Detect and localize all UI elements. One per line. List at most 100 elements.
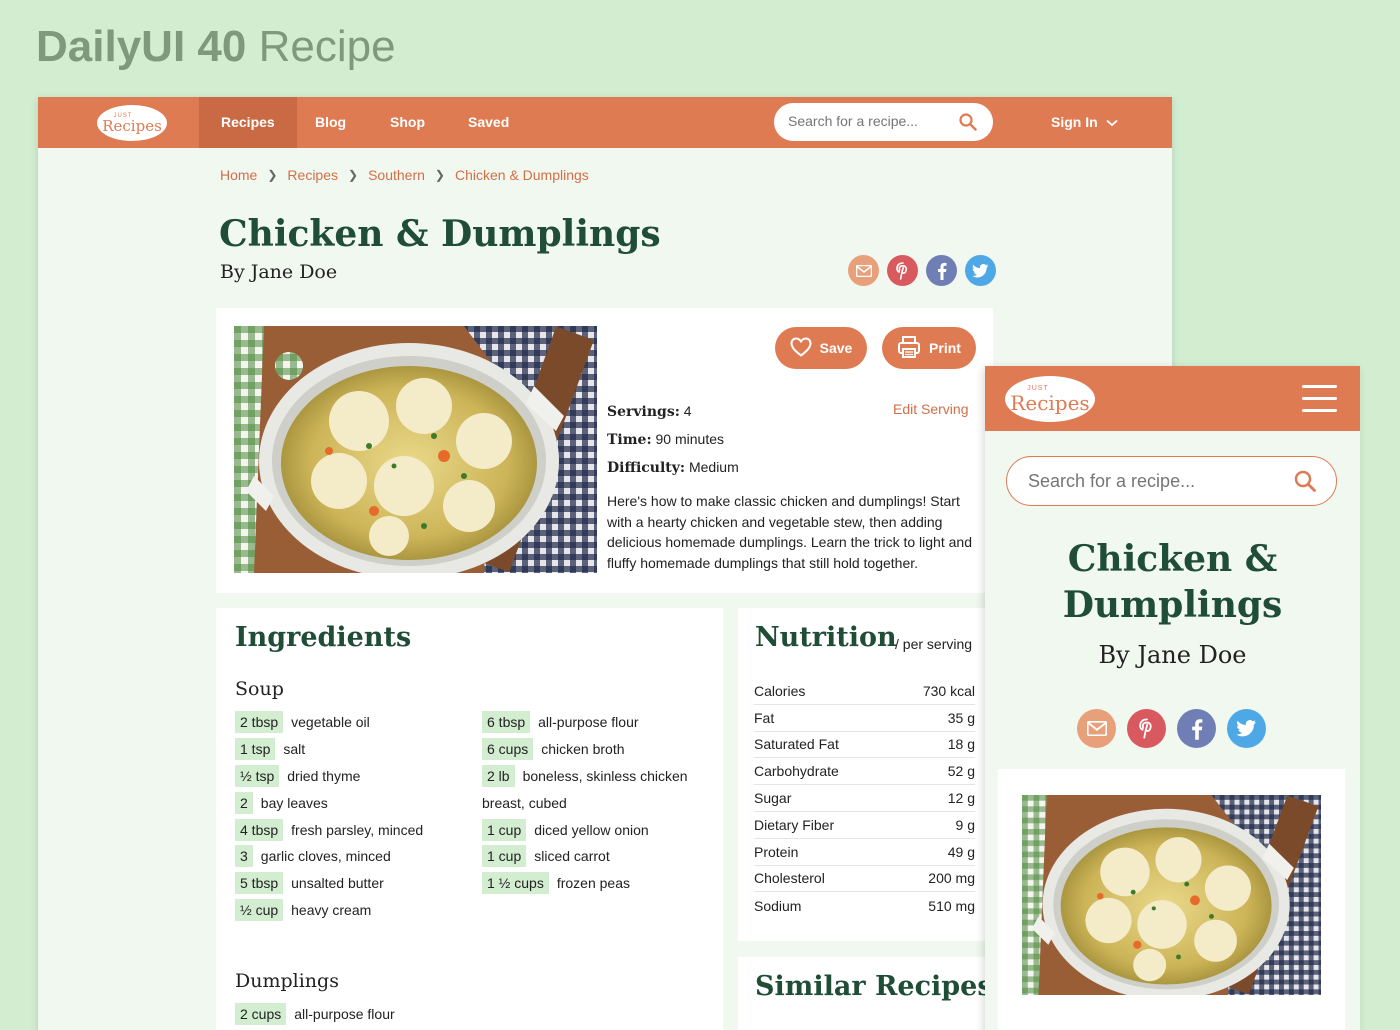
save-label: Save: [819, 340, 853, 356]
crumb-current[interactable]: Chicken & Dumplings: [455, 167, 589, 183]
nutrient-label: Carbohydrate: [754, 763, 839, 780]
nutrient-label: Cholesterol: [754, 870, 825, 887]
twitter-icon[interactable]: [965, 255, 996, 286]
list-item: 4 tbsp fresh parsley, minced: [235, 816, 423, 843]
save-button[interactable]: Save: [775, 327, 867, 369]
chevron-right-icon: ❯: [348, 168, 359, 182]
list-item: 1 ½ cups frozen peas: [482, 870, 688, 897]
time-label: Time:: [607, 432, 652, 448]
recipe-photo: [234, 326, 597, 573]
nav-shop[interactable]: Shop: [390, 97, 425, 148]
mail-icon[interactable]: [1077, 709, 1116, 748]
table-row: Sodium 510 mg: [754, 892, 975, 919]
ingredient-name: heavy cream: [291, 901, 372, 918]
nav-recipes[interactable]: Recipes: [199, 97, 297, 148]
chevron-right-icon: ❯: [267, 168, 278, 182]
recipe-title: Chicken & Dumplings: [219, 213, 661, 255]
time-value: 90 minutes: [655, 431, 724, 447]
ingredient-qty: 6 tbsp: [482, 711, 531, 734]
heart-icon: [790, 336, 812, 360]
list-item: 3 garlic cloves, minced: [235, 843, 423, 870]
crumb-home[interactable]: Home: [220, 167, 257, 183]
recipe-byline: By Jane Doe: [220, 261, 338, 283]
soup-title: Soup: [235, 678, 284, 700]
table-row: Fat 35 g: [754, 705, 975, 732]
difficulty-value: Medium: [688, 459, 739, 475]
ingredient-name: diced yellow onion: [534, 821, 649, 838]
nutrition-title: Nutrition: [755, 622, 897, 653]
search-icon[interactable]: [959, 113, 977, 136]
nutrient-label: Calories: [754, 682, 806, 699]
hamburger-menu-icon[interactable]: [1302, 385, 1337, 412]
nutrient-label: Fat: [754, 709, 775, 726]
ingredient-name: unsalted butter: [291, 875, 384, 892]
list-item: 5 tbsp unsalted butter: [235, 870, 423, 897]
nutrition-table: Calories 730 kcal Fat 35 g Saturated Fat 18…: [754, 678, 975, 919]
facebook-icon[interactable]: [926, 255, 957, 286]
title-line-1: Chicken &: [1067, 538, 1278, 580]
mobile-photo-card: [998, 769, 1345, 1030]
nutrient-label: Sodium: [754, 897, 802, 914]
edit-serving-link[interactable]: Edit Serving: [893, 398, 968, 420]
breadcrumb: Home ❯ Recipes ❯ Southern ❯ Chicken & Du…: [220, 167, 589, 183]
list-item: ½ cup heavy cream: [235, 897, 423, 924]
difficulty-label: Difficulty:: [607, 460, 686, 476]
mobile-recipe-title: Chicken & Dumplings: [985, 536, 1360, 628]
share-buttons: [1077, 709, 1266, 748]
print-label: Print: [929, 340, 961, 356]
brand-logo[interactable]: JUST Recipes: [1005, 376, 1095, 422]
mobile-byline: By Jane Doe: [1098, 641, 1247, 669]
title-line-2: Dumplings: [1062, 584, 1283, 626]
search-input[interactable]: [1028, 471, 1278, 492]
similar-recipes-card: Similar Recipes: [738, 957, 993, 1030]
ingredient-name: garlic cloves, minced: [260, 848, 391, 865]
ingredient-qty: 4 tbsp: [235, 818, 284, 841]
twitter-icon[interactable]: [1227, 709, 1266, 748]
nutrition-card: Nutrition / per serving Calories 730 kcal…: [738, 608, 993, 941]
pinterest-icon[interactable]: [1127, 709, 1166, 748]
nutrient-value: 200 mg: [928, 870, 975, 887]
list-item: 2 lb boneless, skinless chicken: [482, 763, 688, 790]
heading-light: Recipe: [258, 22, 396, 71]
top-nav: JUST Recipes Recipes Blog Shop Saved Sig…: [38, 97, 1172, 148]
search-icon[interactable]: [1294, 470, 1316, 497]
nav-blog[interactable]: Blog: [315, 97, 346, 148]
table-row: Protein 49 g: [754, 839, 975, 866]
ingredient-qty: 3: [235, 845, 253, 868]
ingredient-name: salt: [283, 741, 306, 758]
time-row: Time: 90 minutes: [607, 426, 739, 454]
list-item: 1 cup sliced carrot: [482, 843, 688, 870]
nutrient-value: 510 mg: [928, 897, 975, 914]
nutrient-value: 35 g: [947, 709, 975, 726]
nav-saved[interactable]: Saved: [468, 97, 509, 148]
ingredient-name: boneless, skinless chicken: [522, 767, 688, 784]
crumb-southern[interactable]: Southern: [368, 167, 425, 183]
ingredient-name: chicken broth: [541, 741, 625, 758]
search-input[interactable]: [788, 113, 953, 129]
nutrient-value: 49 g: [947, 843, 975, 860]
nutrient-label: Sugar: [754, 790, 792, 807]
table-row: Calories 730 kcal: [754, 678, 975, 705]
brand-logo[interactable]: JUST Recipes: [97, 105, 167, 141]
dumplings-column: 2 cups all-purpose flour: [235, 1001, 395, 1028]
mail-icon[interactable]: [848, 255, 879, 286]
mobile-nav: JUST Recipes: [985, 366, 1360, 431]
list-item: 6 cups chicken broth: [482, 736, 688, 763]
table-row: Cholesterol 200 mg: [754, 866, 975, 893]
signin-menu[interactable]: Sign In: [1051, 97, 1118, 148]
dumplings-title: Dumplings: [235, 970, 339, 992]
nutrient-label: Protein: [754, 843, 799, 860]
ingredient-qty: 1 ½ cups: [482, 872, 549, 895]
ingredient-name: fresh parsley, minced: [291, 821, 424, 838]
facebook-icon[interactable]: [1177, 709, 1216, 748]
similar-recipes-title: Similar Recipes: [755, 971, 993, 1002]
crumb-recipes[interactable]: Recipes: [287, 167, 338, 183]
table-row: Carbohydrate 52 g: [754, 758, 975, 786]
chevron-right-icon: ❯: [434, 168, 445, 182]
servings-value: 4: [683, 403, 692, 419]
pinterest-icon[interactable]: [887, 255, 918, 286]
print-button[interactable]: Print: [882, 327, 976, 369]
recipe-photo: [1022, 795, 1321, 995]
page-heading: DailyUI 40 Recipe: [36, 22, 396, 72]
nutrient-value: 9 g: [955, 816, 975, 833]
